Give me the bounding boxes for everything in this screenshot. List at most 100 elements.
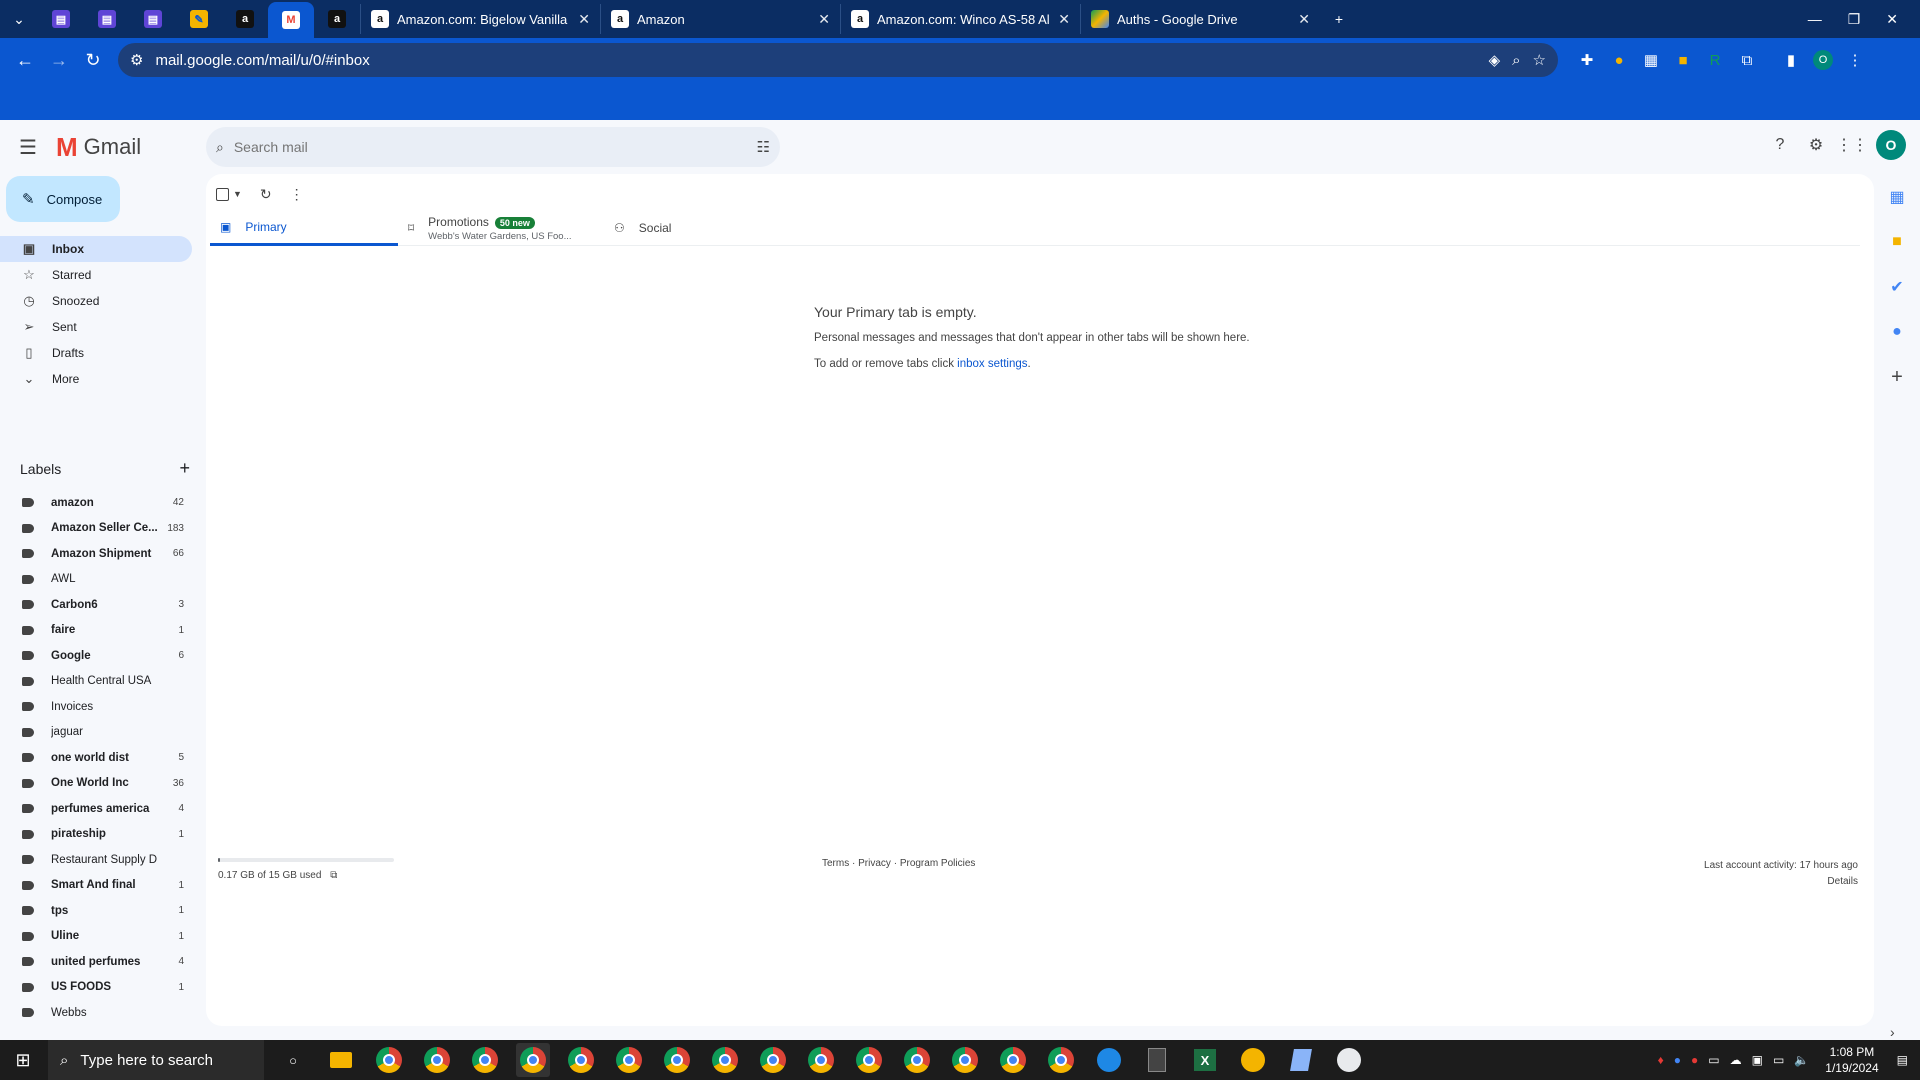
keep-icon[interactable]: ■ xyxy=(1884,229,1910,255)
clock[interactable]: 1:08 PM 1/19/2024 xyxy=(1825,1044,1878,1076)
close-icon[interactable]: ✕ xyxy=(818,11,830,28)
nav-inbox[interactable]: ▣ Inbox xyxy=(0,236,192,262)
label-item[interactable]: one world dist 5 xyxy=(0,745,192,771)
pinned-tab-4[interactable]: ✎ xyxy=(176,3,222,35)
add-addon-icon[interactable]: + xyxy=(1884,364,1910,390)
chrome-profile-m[interactable] xyxy=(372,1043,406,1077)
nav-drafts[interactable]: ▯ Drafts xyxy=(0,340,192,366)
notepad-icon[interactable] xyxy=(1284,1043,1318,1077)
chrome-profile-7[interactable] xyxy=(708,1043,742,1077)
details-link[interactable]: Details xyxy=(1827,876,1858,887)
label-item[interactable]: Amazon Seller Ce... 183 xyxy=(0,516,192,542)
chrome-profile-14[interactable] xyxy=(1044,1043,1078,1077)
tab-search-button[interactable]: ⌄ xyxy=(0,4,38,34)
tray-app-icon[interactable]: ● xyxy=(1691,1053,1698,1067)
nav-sent[interactable]: ➢ Sent xyxy=(0,314,192,340)
expand-panel-icon[interactable]: › xyxy=(1890,1024,1895,1040)
tab-winco[interactable]: a Amazon.com: Winco AS-58 Alu ✕ xyxy=(840,4,1080,34)
minimize-icon[interactable]: — xyxy=(1808,11,1822,28)
tab-google-drive[interactable]: Auths - Google Drive ✕ xyxy=(1080,4,1320,34)
chrome-profile-r[interactable] xyxy=(564,1043,598,1077)
calendar-icon[interactable]: ▦ xyxy=(1884,184,1910,210)
label-item[interactable]: US FOODS 1 xyxy=(0,975,192,1001)
chrome-profile-13[interactable] xyxy=(996,1043,1030,1077)
compose-button[interactable]: ✎ Compose xyxy=(6,176,120,222)
label-item[interactable]: Amazon Shipment 66 xyxy=(0,541,192,567)
restore-icon[interactable]: ❐ xyxy=(1848,11,1861,28)
pinned-tab-gmail[interactable]: M xyxy=(268,2,314,38)
chrome-profile-l[interactable] xyxy=(612,1043,646,1077)
label-item[interactable]: jaguar xyxy=(0,720,192,746)
site-info-icon[interactable]: ⚙ xyxy=(130,51,143,69)
label-item[interactable]: united perfumes 4 xyxy=(0,949,192,975)
gmail-logo[interactable]: M Gmail xyxy=(56,132,206,163)
label-item[interactable]: One World Inc 36 xyxy=(0,771,192,797)
label-item[interactable]: faire 1 xyxy=(0,618,192,644)
tab-social[interactable]: ⚇ Social xyxy=(604,210,784,246)
close-window-icon[interactable]: ✕ xyxy=(1886,11,1898,28)
close-icon[interactable]: ✕ xyxy=(1058,11,1070,28)
tray-app-icon[interactable]: ♦ xyxy=(1658,1053,1664,1067)
taskbar-search[interactable]: ⌕ Type here to search xyxy=(48,1040,264,1080)
contacts-icon[interactable]: ● xyxy=(1884,319,1910,345)
chrome-profile-d[interactable] xyxy=(420,1043,454,1077)
tab-primary[interactable]: ▣ Primary xyxy=(210,210,398,246)
program-policies-link[interactable]: Program Policies xyxy=(900,858,976,869)
extension-icon[interactable]: ● xyxy=(1604,45,1634,75)
chrome-profile-10[interactable] xyxy=(852,1043,886,1077)
address-bar[interactable]: ⚙ mail.google.com/mail/u/0/#inbox ◈ ⌕ ☆ xyxy=(118,43,1558,77)
bookmark-star-icon[interactable]: ☆ xyxy=(1533,51,1546,69)
nav-starred[interactable]: ☆ Starred xyxy=(0,262,192,288)
search-icon[interactable]: ⌕ xyxy=(216,139,224,156)
nav-snoozed[interactable]: ◷ Snoozed xyxy=(0,288,192,314)
gear-icon[interactable]: ⚙ xyxy=(1804,133,1828,157)
label-item[interactable]: AWL xyxy=(0,567,192,593)
label-item[interactable]: Webbs xyxy=(0,1000,192,1026)
tasks-icon[interactable]: ✔ xyxy=(1884,274,1910,300)
volume-icon[interactable]: 🔈 xyxy=(1794,1053,1809,1067)
label-item[interactable]: Invoices xyxy=(0,694,192,720)
extension-icon[interactable]: ✚ xyxy=(1572,45,1602,75)
new-tab-button[interactable]: + xyxy=(1320,4,1358,34)
task-view-icon[interactable]: ○ xyxy=(276,1043,310,1077)
reload-icon[interactable]: ↻ xyxy=(76,43,110,77)
label-item[interactable]: Restaurant Supply D xyxy=(0,847,192,873)
add-label-icon[interactable]: + xyxy=(179,458,190,479)
file-explorer-icon[interactable] xyxy=(324,1043,358,1077)
inbox-settings-link[interactable]: inbox settings xyxy=(957,358,1027,370)
profile-avatar[interactable]: O xyxy=(1808,45,1838,75)
label-item[interactable]: Google 6 xyxy=(0,643,192,669)
app-icon-2[interactable] xyxy=(1332,1043,1366,1077)
close-icon[interactable]: ✕ xyxy=(1298,11,1310,28)
cloud-icon[interactable]: ☁ xyxy=(1730,1053,1742,1067)
pinned-tab-1[interactable]: ▤ xyxy=(38,3,84,35)
edge-icon[interactable] xyxy=(1092,1043,1126,1077)
privacy-link[interactable]: Privacy xyxy=(858,858,891,869)
pinned-tab-3[interactable]: ▤ xyxy=(130,3,176,35)
label-item[interactable]: Health Central USA xyxy=(0,669,192,695)
tab-promotions[interactable]: ⌑ Promotions 50 new Webb's Water Gardens,… xyxy=(398,210,604,246)
nav-more[interactable]: ⌄ More xyxy=(0,366,192,392)
chrome-profile-11[interactable] xyxy=(900,1043,934,1077)
chrome-profile-o[interactable] xyxy=(516,1043,550,1077)
windows-start-icon[interactable]: ⊞ xyxy=(0,1050,46,1071)
account-avatar[interactable]: O xyxy=(1876,130,1906,160)
close-icon[interactable]: ✕ xyxy=(578,11,590,28)
side-panel-icon[interactable]: ▮ xyxy=(1776,45,1806,75)
search-options-icon[interactable]: ☷ xyxy=(757,138,770,156)
extension-icon[interactable]: ■ xyxy=(1668,45,1698,75)
network-icon[interactable]: ▭ xyxy=(1773,1053,1784,1067)
label-item[interactable]: Smart And final 1 xyxy=(0,873,192,899)
label-item[interactable]: perfumes america 4 xyxy=(0,796,192,822)
main-menu-icon[interactable]: ☰ xyxy=(0,120,56,174)
label-item[interactable]: amazon 42 xyxy=(0,490,192,516)
drive-tray-icon[interactable]: ▭ xyxy=(1708,1053,1719,1067)
chrome-profile-12[interactable] xyxy=(948,1043,982,1077)
tab-amazon[interactable]: a Amazon ✕ xyxy=(600,4,840,34)
pinned-tab-2[interactable]: ▤ xyxy=(84,3,130,35)
extension-icon[interactable]: R xyxy=(1700,45,1730,75)
forward-icon[interactable]: → xyxy=(42,43,76,77)
extension-icon[interactable]: ▦ xyxy=(1636,45,1666,75)
chrome-profile-8[interactable] xyxy=(756,1043,790,1077)
excel-icon[interactable]: X xyxy=(1188,1043,1222,1077)
